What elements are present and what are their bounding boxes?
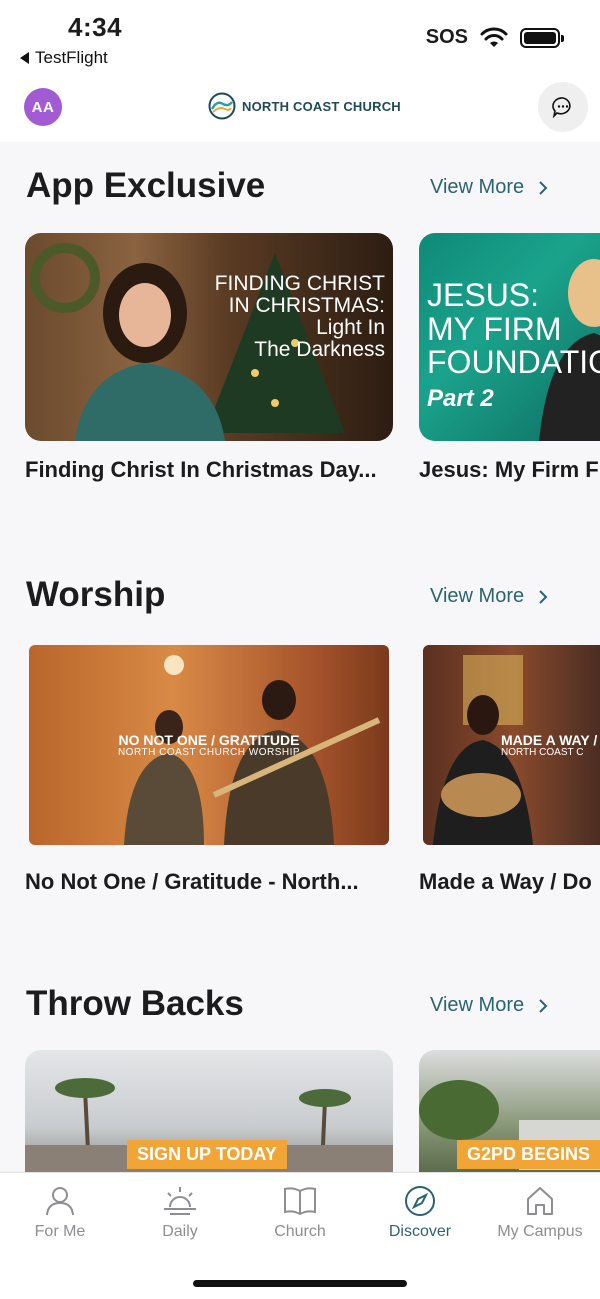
chevron-right-icon [539, 589, 548, 604]
battery-icon [520, 27, 564, 48]
back-arrow-icon [20, 52, 29, 64]
avatar[interactable]: AA [24, 88, 62, 126]
video-thumbnail[interactable]: MADE A WAY / NORTH COAST C [423, 645, 600, 845]
thumbnail-overlay-text: JESUS: MY FIRM FOUNDATIO Part 2 [427, 277, 600, 412]
tab-for-me[interactable]: For Me [0, 1185, 120, 1241]
thumbnail-overlay-text: MADE A WAY / NORTH COAST C [501, 732, 598, 758]
chevron-right-icon [539, 180, 548, 195]
tab-discover[interactable]: Discover [360, 1185, 480, 1241]
sunrise-icon [164, 1187, 196, 1215]
tab-bar: For Me Daily Church Discover My Campus [0, 1172, 600, 1299]
back-app-label: TestFlight [35, 48, 108, 67]
tab-label: My Campus [497, 1223, 583, 1240]
promo-banner: SIGN UP TODAY [127, 1140, 287, 1169]
chevron-right-icon [539, 998, 548, 1013]
video-thumbnail[interactable]: NO NOT ONE / GRATITUDE NORTH COAST CHURC… [29, 645, 389, 845]
thumbnail-overlay-text: FINDING CHRIST IN CHRISTMAS: Light In Th… [214, 272, 385, 362]
view-more-button[interactable]: View More [430, 994, 548, 1017]
sos-indicator: SOS [425, 26, 468, 48]
home-icon [527, 1187, 553, 1215]
view-more-label: View More [430, 994, 525, 1016]
video-thumbnail[interactable]: FINDING CHRIST IN CHRISTMAS: Light In Th… [25, 233, 393, 441]
back-to-app-link[interactable]: TestFlight [20, 48, 108, 68]
church-logo: NORTH COAST CHURCH [208, 92, 401, 120]
video-title[interactable]: No Not One / Gratitude - North... [25, 869, 359, 895]
status-time: 4:34 [68, 12, 123, 42]
app-header: AA NORTH COAST CHURCH [0, 72, 600, 142]
section-worship: Worship View More NO NOT ONE / GRATITUDE… [0, 551, 600, 951]
thumbnail-overlay-text: NO NOT ONE / GRATITUDE NORTH COAST CHURC… [117, 732, 301, 758]
book-icon [284, 1187, 316, 1216]
chat-bubble-icon [552, 97, 571, 118]
wifi-icon [480, 27, 508, 47]
video-thumbnail[interactable]: G2PD BEGINS [419, 1050, 600, 1172]
home-indicator[interactable] [193, 1280, 407, 1287]
section-title: Throw Backs [26, 984, 244, 1023]
status-bar: 4:34 TestFlight SOS [0, 0, 600, 72]
view-more-button[interactable]: View More [430, 585, 548, 608]
video-title[interactable]: Made a Way / Do [419, 869, 592, 895]
wave-logo-icon [208, 92, 236, 120]
view-more-label: View More [430, 585, 525, 607]
video-title[interactable]: Jesus: My Firm F [419, 457, 599, 483]
video-thumbnail[interactable]: SIGN UP TODAY [25, 1050, 393, 1172]
view-more-label: View More [430, 176, 525, 198]
tab-my-campus[interactable]: My Campus [480, 1185, 600, 1241]
tab-label: Church [274, 1223, 326, 1240]
video-thumbnail[interactable]: JESUS: MY FIRM FOUNDATIO Part 2 [419, 233, 600, 441]
video-title[interactable]: Finding Christ In Christmas Day... [25, 457, 377, 483]
section-title: App Exclusive [26, 166, 266, 205]
tab-church[interactable]: Church [240, 1185, 360, 1241]
view-more-button[interactable]: View More [430, 176, 548, 199]
status-indicators: SOS [425, 26, 564, 49]
tab-label: For Me [34, 1223, 86, 1240]
tab-daily[interactable]: Daily [120, 1185, 240, 1241]
section-throw-backs: Throw Backs View More SIGN UP TODAY G2PD… [0, 960, 600, 1172]
discover-feed[interactable]: App Exclusive View More FINDING CHRIST I… [0, 142, 600, 1172]
promo-banner: G2PD BEGINS [457, 1140, 600, 1169]
messages-button[interactable] [538, 82, 588, 132]
compass-icon [405, 1186, 435, 1216]
section-app-exclusive: App Exclusive View More FINDING CHRIST I… [0, 142, 600, 542]
tab-label: Discover [388, 1223, 452, 1240]
section-title: Worship [26, 575, 166, 614]
logo-text: NORTH COAST CHURCH [242, 98, 401, 114]
tab-label: Daily [162, 1223, 198, 1240]
person-icon [46, 1187, 74, 1216]
